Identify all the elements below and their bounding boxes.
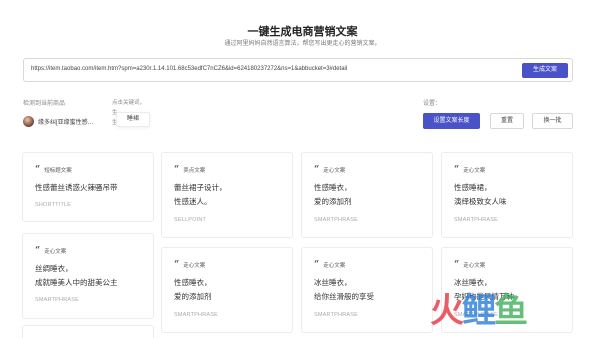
swap-batch-button[interactable]: 换一批: [532, 113, 573, 129]
card-header: “ 走心文案: [314, 165, 346, 175]
quote-icon: “: [454, 260, 460, 270]
copy-card[interactable]: “ 走心文案 冰丝睡衣， 给你丝滑般的享受 SMARTPHRASE: [301, 247, 433, 333]
quote-icon: “: [314, 165, 320, 175]
keyword-hint-line: 点击关键词，: [112, 100, 146, 106]
url-input[interactable]: https://item.taobao.com/item.htm?spm=a23…: [23, 58, 573, 82]
card-tag: SMARTPHRASE: [35, 297, 79, 303]
card-header: “ 走心文案: [174, 260, 206, 270]
card-category: 走心文案: [323, 168, 346, 174]
generate-button[interactable]: 生成文案: [522, 63, 568, 78]
card-category: 短标题文案: [44, 168, 72, 174]
card-text: 性感睡衣， 爱的添加剂: [314, 183, 352, 206]
copy-card[interactable]: “ 走心文案 丝绸睡衣， 成就睡美人中的甜美公主 SMARTPHRASE: [22, 233, 154, 319]
card-category: 走心文案: [463, 263, 486, 269]
quote-icon: “: [35, 246, 41, 256]
quote-icon: “: [454, 165, 460, 175]
quote-icon: “: [314, 260, 320, 270]
keyword-chip[interactable]: 睡裙: [116, 112, 150, 127]
card-text: 冰丝睡衣， 给你丝滑般的享受: [314, 278, 374, 301]
page-title: 一键生成电商营销文案: [247, 26, 358, 38]
card-category: 走心文案: [44, 249, 67, 255]
card-text: 冰丝睡衣， 孕妈也能风情万种: [454, 278, 514, 301]
card-text: 性感蕾丝诱惑火辣骚吊带: [35, 183, 118, 192]
card-header: “ 卖点文案: [174, 165, 206, 175]
card-category: 走心文案: [323, 263, 346, 269]
page-subtitle: 通过阿里妈妈自然语言算法，帮您写出更走心的营销文案。: [224, 41, 381, 47]
copy-card[interactable]: “ 卖点文案 蕾丝裙子设计， 性感迷人。 SELLPOINT: [161, 152, 293, 238]
card-header: “ 走心文案: [314, 260, 346, 270]
quote-icon: “: [174, 260, 180, 270]
card-text: 丝绸睡衣， 成就睡美人中的甜美公主: [35, 264, 118, 287]
copy-card[interactable]: “ 走心文案 性感睡衣， 爱的添加剂 SMARTPHRASE: [161, 247, 293, 333]
settings-label: 设置：: [423, 101, 442, 107]
card-tag: SMARTPHRASE: [174, 312, 218, 318]
card-tag: SMARTPHRASE: [314, 312, 358, 318]
card-header: “ 走心文案: [35, 246, 67, 256]
copy-card-partial[interactable]: [22, 325, 154, 338]
detected-product-label: 检测到当前商品: [23, 101, 66, 107]
copy-card[interactable]: “ 短标题文案 性感蕾丝诱惑火辣骚吊带 SHORTTITLE: [22, 152, 154, 222]
product-thumbnail: [23, 115, 34, 127]
detected-product[interactable]: 缘多纠[亚缘蜜性感…: [23, 114, 94, 128]
card-tag: SHORTTITLE: [35, 202, 72, 208]
card-text: 性感睡裙， 演绎极致女人味: [454, 183, 507, 206]
card-text: 性感睡衣， 爱的添加剂: [174, 278, 212, 301]
card-tag: SMARTPHRASE: [454, 217, 498, 223]
card-header: “ 走心文案: [454, 260, 486, 270]
card-category: 卖点文案: [183, 168, 206, 174]
card-header: “ 走心文案: [454, 165, 486, 175]
card-category: 走心文案: [183, 263, 206, 269]
product-name: 缘多纠[亚缘蜜性感…: [38, 119, 94, 126]
copy-card[interactable]: “ 走心文案 性感睡裙， 演绎极致女人味 SMARTPHRASE: [441, 152, 573, 238]
card-tag: SMARTPHRASE: [454, 312, 498, 318]
card-category: 走心文案: [463, 168, 486, 174]
card-tag: SMARTPHRASE: [314, 217, 358, 223]
card-tag: SELLPOINT: [174, 217, 207, 223]
copy-card[interactable]: “ 走心文案 性感睡衣， 爱的添加剂 SMARTPHRASE: [301, 152, 433, 238]
reset-button[interactable]: 重置: [490, 113, 524, 129]
url-input-value[interactable]: https://item.taobao.com/item.htm?spm=a23…: [31, 66, 347, 72]
card-header: “ 短标题文案: [35, 165, 72, 175]
set-length-button[interactable]: 设置文案长度: [423, 113, 480, 129]
copy-card[interactable]: “ 走心文案 冰丝睡衣， 孕妈也能风情万种 SMARTPHRASE: [441, 247, 573, 333]
quote-icon: “: [35, 165, 41, 175]
quote-icon: “: [174, 165, 180, 175]
card-text: 蕾丝裙子设计， 性感迷人。: [174, 183, 227, 206]
